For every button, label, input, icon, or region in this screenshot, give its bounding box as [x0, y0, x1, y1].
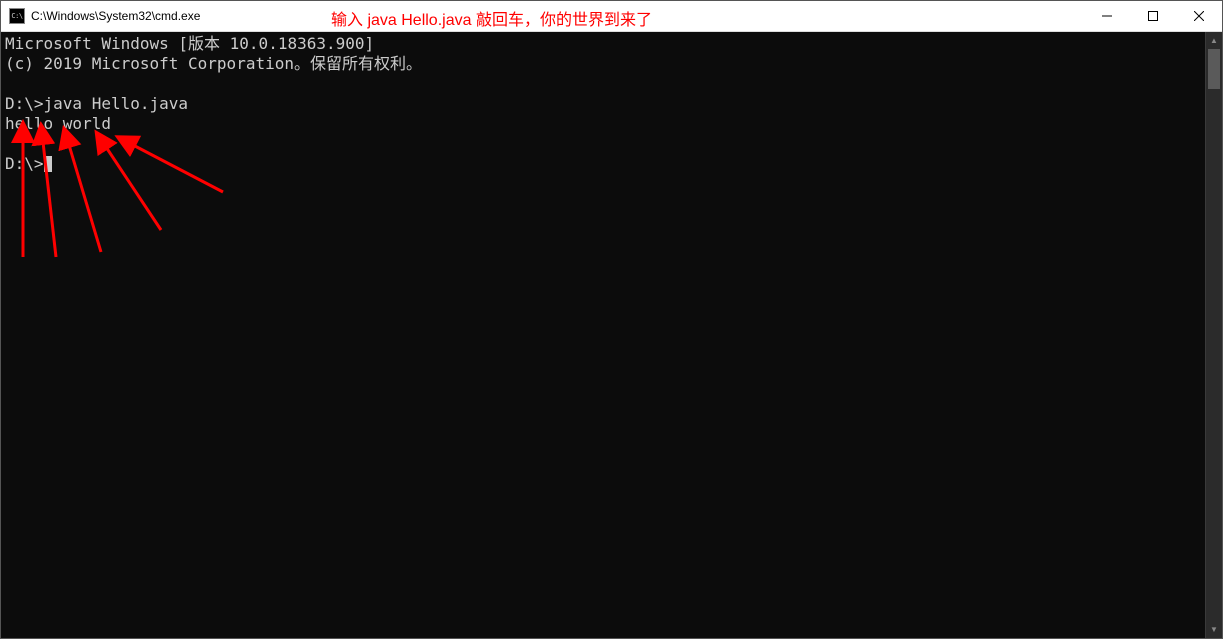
window-title: C:\Windows\System32\cmd.exe	[31, 9, 200, 23]
scrollbar-thumb[interactable]	[1208, 49, 1220, 89]
titlebar[interactable]: C:\ C:\Windows\System32\cmd.exe 输入 java …	[1, 1, 1222, 32]
minimize-icon	[1102, 11, 1112, 21]
terminal-line: (c) 2019 Microsoft Corporation。保留所有权利。	[5, 54, 422, 73]
cursor	[44, 156, 52, 172]
window-controls	[1084, 1, 1222, 31]
maximize-button[interactable]	[1130, 1, 1176, 31]
terminal-line: Microsoft Windows [版本 10.0.18363.900]	[5, 34, 374, 53]
cmd-icon: C:\	[9, 8, 25, 24]
close-button[interactable]	[1176, 1, 1222, 31]
cmd-window: C:\ C:\Windows\System32\cmd.exe 输入 java …	[0, 0, 1223, 639]
terminal-area: Microsoft Windows [版本 10.0.18363.900] (c…	[1, 32, 1222, 638]
scroll-down-icon[interactable]: ▼	[1206, 621, 1222, 638]
minimize-button[interactable]	[1084, 1, 1130, 31]
terminal-line: hello world	[5, 114, 111, 133]
cmd-icon-text: C:\	[11, 12, 22, 20]
scroll-up-icon[interactable]: ▲	[1206, 32, 1222, 49]
terminal-prompt: D:\>	[5, 154, 44, 173]
terminal-line: D:\>java Hello.java	[5, 94, 188, 113]
close-icon	[1194, 11, 1204, 21]
terminal-content[interactable]: Microsoft Windows [版本 10.0.18363.900] (c…	[1, 32, 1205, 638]
vertical-scrollbar[interactable]: ▲ ▼	[1205, 32, 1222, 638]
maximize-icon	[1148, 11, 1158, 21]
annotation-text: 输入 java Hello.java 敲回车，你的世界到来了	[331, 6, 652, 30]
